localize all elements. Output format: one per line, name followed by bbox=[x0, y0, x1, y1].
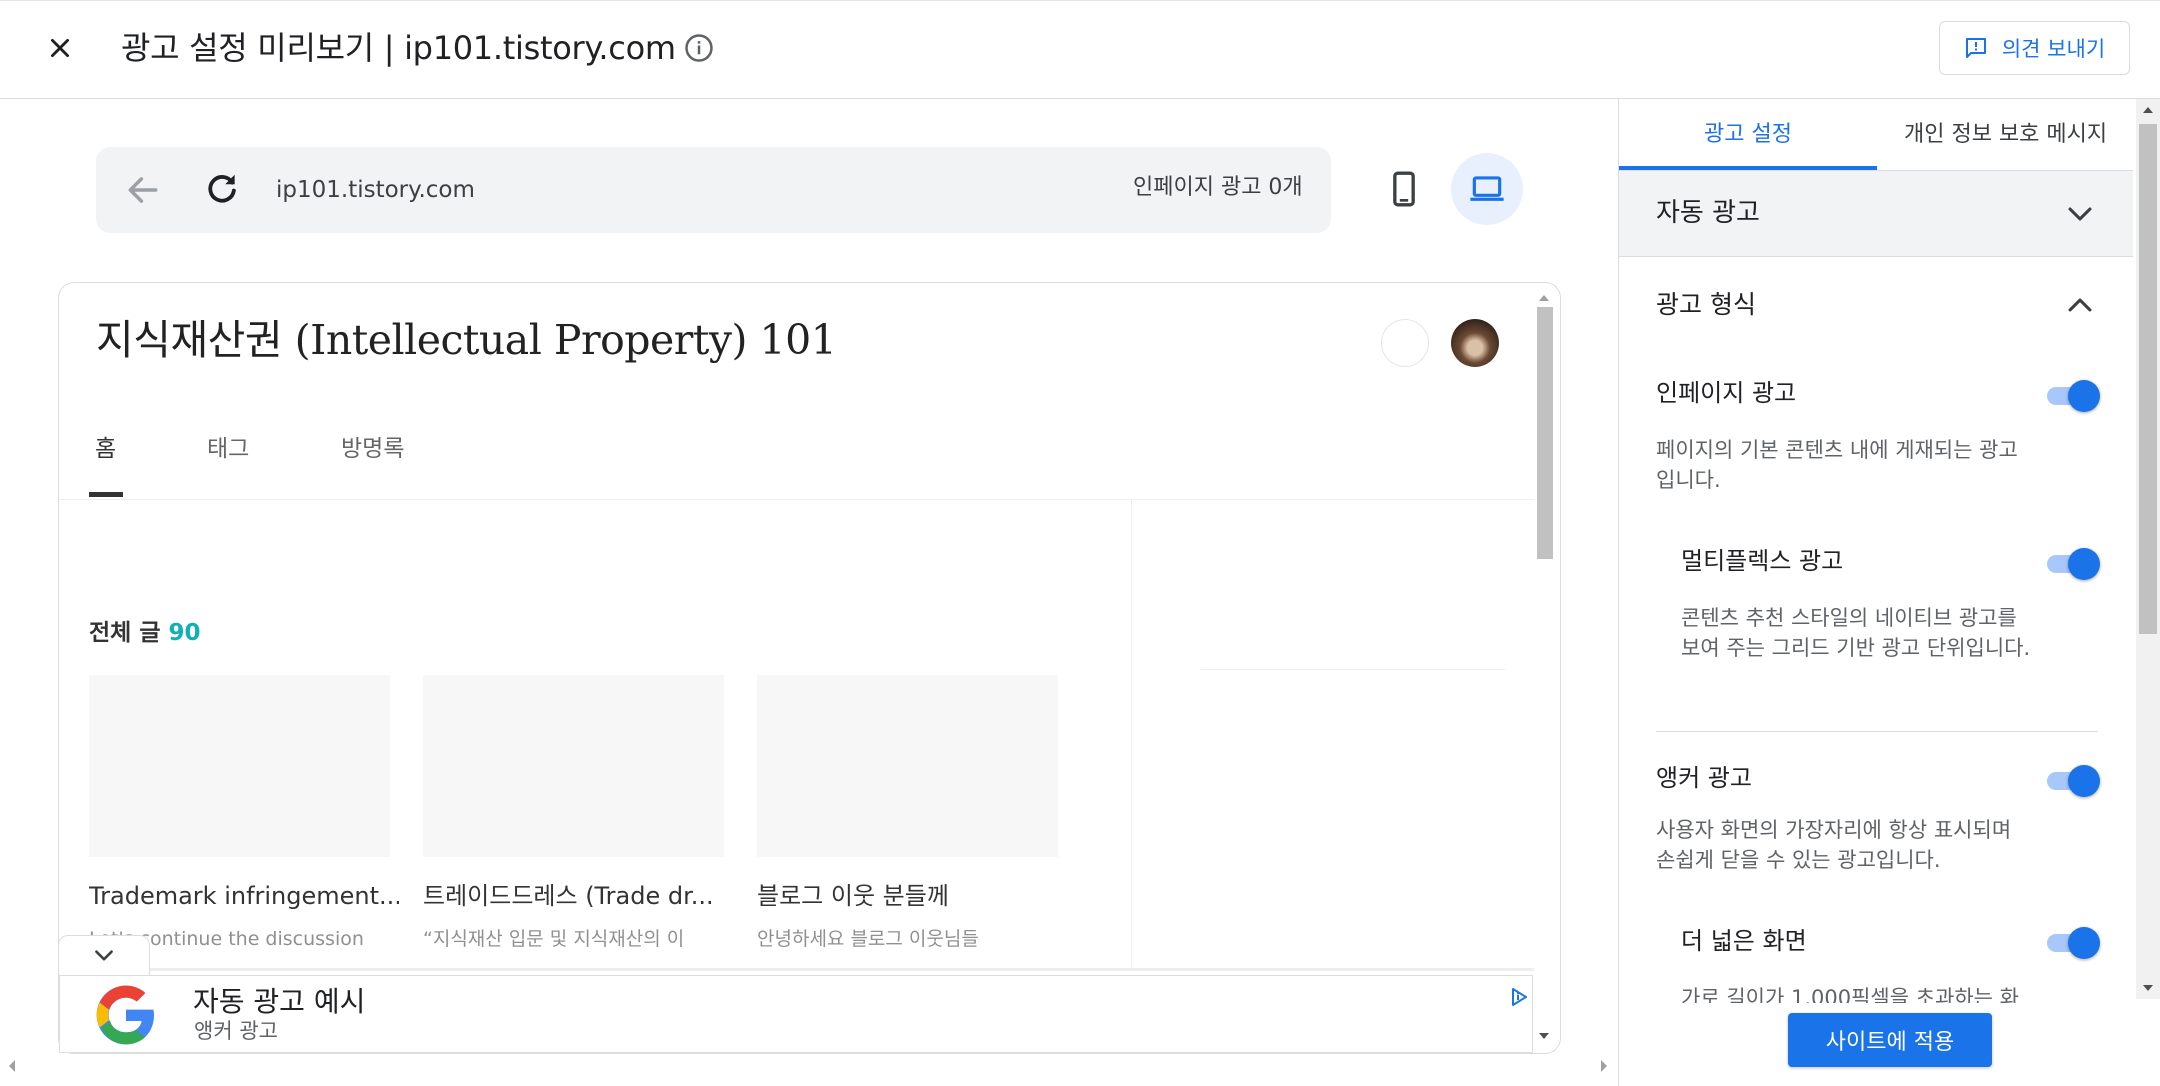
laptop-icon bbox=[1470, 176, 1504, 201]
preview-url: ip101.tistory.com bbox=[276, 177, 475, 203]
apply-to-site-button[interactable]: 사이트에 적용 bbox=[1788, 1013, 1992, 1067]
toggle-knob bbox=[2068, 380, 2100, 412]
anchor-ads-toggle[interactable] bbox=[2044, 762, 2100, 798]
multiplex-ads-toggle[interactable] bbox=[2044, 545, 2100, 581]
wider-screens-description: 가로 길이가 1,000픽셀을 초과하는 화 bbox=[1681, 986, 2019, 1003]
toggle-knob bbox=[2068, 927, 2100, 959]
multiplex-ads-title: 멀티플렉스 광고 bbox=[1681, 547, 1844, 575]
desktop-device-button[interactable] bbox=[1451, 153, 1523, 225]
posts-heading: 전체 글 90 bbox=[89, 617, 201, 649]
post-thumbnail[interactable] bbox=[89, 675, 390, 857]
post-thumbnail[interactable] bbox=[757, 675, 1058, 857]
close-button[interactable] bbox=[42, 28, 78, 68]
settings-divider bbox=[1656, 731, 2098, 732]
anchor-ad-collapse-button[interactable] bbox=[58, 935, 150, 975]
back-arrow-icon[interactable] bbox=[124, 171, 162, 209]
toggle-knob bbox=[2068, 548, 2100, 580]
posts-count: 90 bbox=[168, 620, 201, 646]
chevron-down-icon bbox=[95, 949, 113, 961]
preview-scrollbar-thumb[interactable] bbox=[1537, 307, 1553, 559]
blog-tab-guestbook[interactable]: 방명록 bbox=[341, 434, 404, 464]
info-icon[interactable] bbox=[684, 33, 714, 63]
wider-screens-toggle[interactable] bbox=[2044, 924, 2100, 960]
anchor-ads-title: 앵커 광고 bbox=[1656, 764, 1752, 792]
inpage-ads-toggle[interactable] bbox=[2044, 377, 2100, 413]
chevron-down-icon[interactable] bbox=[2063, 197, 2097, 231]
reload-icon[interactable] bbox=[203, 170, 241, 208]
feedback-icon bbox=[1965, 38, 1986, 58]
google-logo-icon bbox=[96, 985, 154, 1045]
adchoices-icon[interactable] bbox=[1509, 987, 1529, 1007]
mobile-device-icon[interactable] bbox=[1384, 169, 1424, 209]
anchor-ad-title: 자동 광고 예시 bbox=[193, 985, 366, 1018]
multiplex-ads-description: 콘텐츠 추천 스타일의 네이티브 광고를 보여 주는 그리드 기반 광고 단위입… bbox=[1681, 606, 2031, 660]
blog-title[interactable]: 지식재산권 (Intellectual Property) 101 bbox=[96, 312, 837, 368]
inpage-ads-title: 인페이지 광고 bbox=[1656, 379, 1797, 407]
auto-ads-label: 자동 광고 bbox=[1656, 198, 1760, 228]
preview-bottom-edge bbox=[59, 968, 1534, 971]
post-title[interactable]: Trademark infringement... bbox=[89, 880, 399, 912]
toggle-knob bbox=[2068, 765, 2100, 797]
close-icon bbox=[51, 39, 69, 57]
blog-tab-tags[interactable]: 태그 bbox=[207, 434, 249, 464]
tab-ad-settings[interactable]: 광고 설정 bbox=[1704, 120, 1792, 150]
post-excerpt: 안녕하세요 블로그 이웃님들 bbox=[757, 928, 979, 950]
blog-menu-circle[interactable] bbox=[1381, 319, 1429, 367]
tab-privacy-messages[interactable]: 개인 정보 보호 메시지 bbox=[1904, 120, 2107, 150]
page-title: 광고 설정 미리보기 | ip101.tistory.com bbox=[121, 29, 676, 67]
send-feedback-label: 의견 보내기 bbox=[2001, 37, 2106, 61]
anchor-ads-description: 사용자 화면의 가장자리에 항상 표시되며 손쉽게 닫을 수 있는 광고입니다. bbox=[1656, 818, 2012, 872]
send-feedback-button[interactable]: 의견 보내기 bbox=[1939, 21, 2130, 75]
blog-column-divider bbox=[1131, 500, 1132, 970]
post-title[interactable]: 트레이드드레스 (Trade dr... bbox=[423, 880, 733, 912]
post-title[interactable]: 블로그 이웃 분들께 bbox=[757, 880, 1067, 912]
chevron-up-icon[interactable] bbox=[2063, 288, 2097, 322]
horizontal-scrollbar[interactable] bbox=[0, 1054, 1618, 1078]
ad-format-label: 광고 형식 bbox=[1656, 290, 1756, 319]
post-excerpt: “지식재산 입문 및 지식재산의 이 bbox=[423, 928, 685, 950]
post-thumbnail[interactable] bbox=[423, 675, 724, 857]
blog-tab-home[interactable]: 홈 bbox=[95, 434, 116, 464]
sidebar-divider bbox=[1201, 669, 1505, 670]
avatar[interactable] bbox=[1451, 319, 1499, 367]
inpage-ad-count: 인페이지 광고 0개 bbox=[1133, 175, 1303, 200]
blog-header-divider bbox=[59, 499, 1534, 500]
inpage-ads-description: 페이지의 기본 콘텐츠 내에 게재되는 광고입니다. bbox=[1656, 438, 2018, 492]
posts-heading-label: 전체 글 bbox=[89, 620, 161, 646]
wider-screens-title: 더 넓은 화면 bbox=[1681, 927, 1807, 955]
panel-scrollbar-thumb[interactable] bbox=[2139, 124, 2157, 634]
anchor-ad-subtitle: 앵커 광고 bbox=[194, 1019, 278, 1043]
active-tab-underline bbox=[89, 492, 123, 497]
